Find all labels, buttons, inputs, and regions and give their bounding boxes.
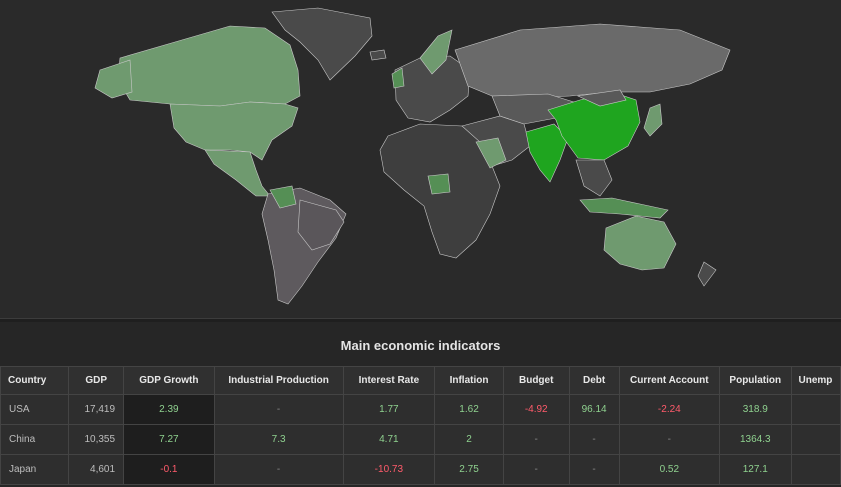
- alaska-region[interactable]: [94, 59, 133, 99]
- col-header-industrial-production[interactable]: Industrial Production: [213, 366, 344, 395]
- cell-country: USA: [0, 394, 70, 425]
- cell-debt: -: [568, 424, 620, 455]
- cell-gdp: 17,419: [68, 394, 125, 425]
- cell-interest-rate: 1.77: [342, 394, 436, 425]
- indicators-table: Country GDP GDP Growth Industrial Produc…: [0, 366, 841, 485]
- table-header-row: Country GDP GDP Growth Industrial Produc…: [0, 366, 841, 395]
- table-title: Main economic indicators: [340, 338, 501, 353]
- iceland-region[interactable]: [369, 49, 387, 61]
- cell-debt: -: [568, 454, 620, 485]
- new-zealand-region[interactable]: [697, 261, 717, 287]
- cell-inflation: 2.75: [434, 454, 504, 485]
- col-header-population[interactable]: Population: [719, 366, 792, 395]
- cell-country: Japan: [0, 454, 70, 485]
- col-header-gdp[interactable]: GDP: [68, 366, 125, 395]
- cell-gdp-growth: -0.1: [123, 454, 215, 485]
- col-header-budget[interactable]: Budget: [502, 366, 570, 395]
- cell-budget: -: [502, 424, 570, 455]
- cell-budget: -4.92: [502, 394, 570, 425]
- cell-interest-rate: -10.73: [342, 454, 436, 485]
- world-map[interactable]: [0, 0, 841, 318]
- cell-population: 318.9: [719, 394, 792, 425]
- cell-gdp-growth: 7.27: [123, 424, 215, 455]
- col-header-debt[interactable]: Debt: [568, 366, 620, 395]
- table-row[interactable]: China 10,355 7.27 7.3 4.71 2 - - - 1364.…: [0, 424, 841, 455]
- world-map-panel: [0, 0, 841, 318]
- cell-unemployment: [790, 454, 841, 485]
- col-header-current-account[interactable]: Current Account: [618, 366, 721, 395]
- australia-region[interactable]: [603, 215, 677, 271]
- cell-industrial-production: 7.3: [213, 424, 344, 455]
- col-header-unemployment[interactable]: Unemp: [790, 366, 841, 395]
- cell-population: 1364.3: [719, 424, 792, 455]
- cell-debt: 96.14: [568, 394, 620, 425]
- cell-current-account: -2.24: [618, 394, 721, 425]
- cell-gdp: 10,355: [68, 424, 125, 455]
- cell-country: China: [0, 424, 70, 455]
- col-header-interest-rate[interactable]: Interest Rate: [342, 366, 436, 395]
- russia-region[interactable]: [454, 23, 731, 99]
- indonesia-region[interactable]: [579, 197, 669, 219]
- cell-budget: -: [502, 454, 570, 485]
- col-header-country[interactable]: Country: [0, 366, 70, 395]
- cell-unemployment: [790, 424, 841, 455]
- southeast-asia-region[interactable]: [575, 159, 613, 197]
- nigeria-region[interactable]: [427, 173, 451, 195]
- cell-gdp-growth: 2.39: [123, 394, 215, 425]
- cell-current-account: -: [618, 424, 721, 455]
- cell-inflation: 1.62: [434, 394, 504, 425]
- cell-unemployment: [790, 394, 841, 425]
- canada-region[interactable]: [117, 25, 301, 107]
- cell-industrial-production: -: [213, 394, 344, 425]
- cell-inflation: 2: [434, 424, 504, 455]
- table-row[interactable]: Japan 4,601 -0.1 - -10.73 2.75 - - 0.52 …: [0, 454, 841, 485]
- uk-region[interactable]: [391, 67, 405, 89]
- cell-interest-rate: 4.71: [342, 424, 436, 455]
- japan-region[interactable]: [643, 103, 663, 137]
- indicators-panel: Main economic indicators Country GDP GDP…: [0, 322, 841, 487]
- cell-population: 127.1: [719, 454, 792, 485]
- cell-gdp: 4,601: [68, 454, 125, 485]
- cell-current-account: 0.52: [618, 454, 721, 485]
- table-row[interactable]: USA 17,419 2.39 - 1.77 1.62 -4.92 96.14 …: [0, 394, 841, 425]
- col-header-inflation[interactable]: Inflation: [434, 366, 504, 395]
- col-header-gdp-growth[interactable]: GDP Growth: [123, 366, 215, 395]
- cell-industrial-production: -: [213, 454, 344, 485]
